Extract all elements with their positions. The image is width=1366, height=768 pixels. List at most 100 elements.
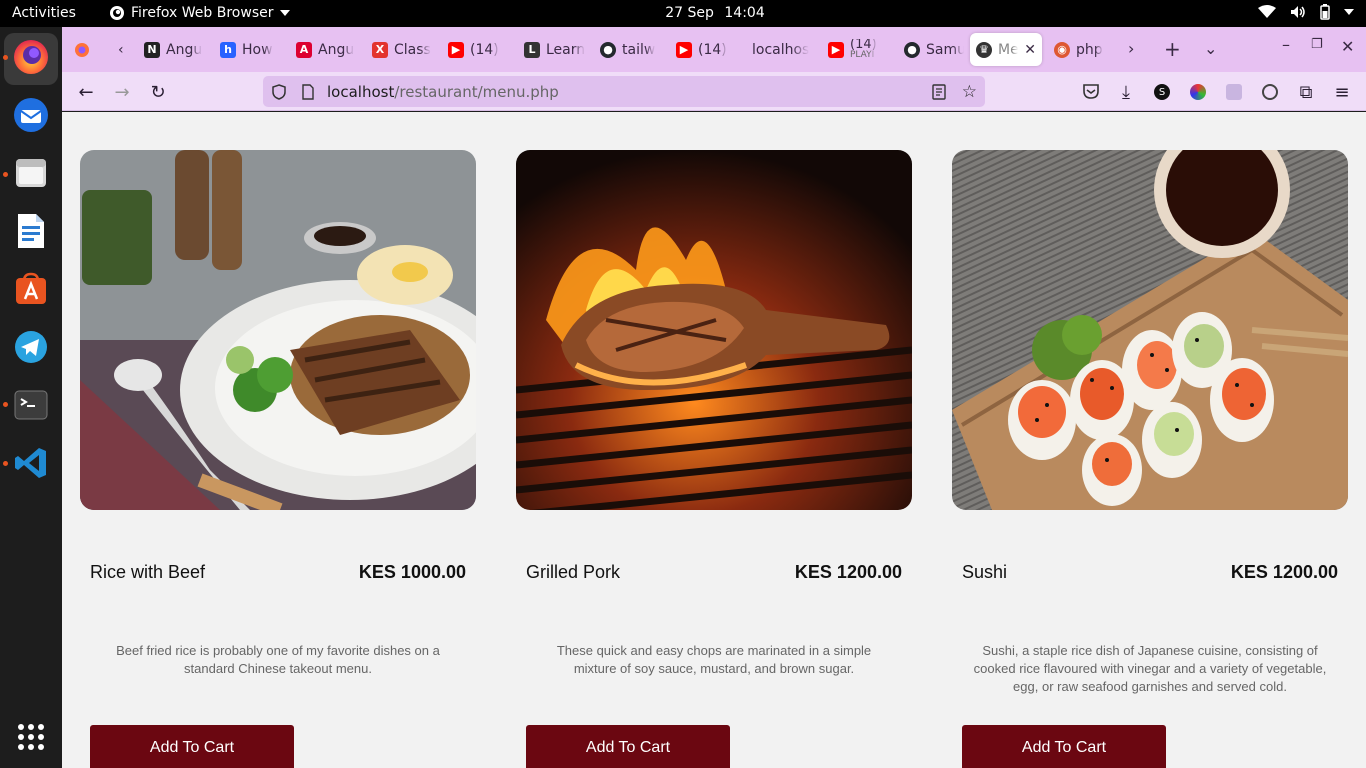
- chef-icon: ♛: [976, 41, 992, 58]
- tab-10[interactable]: ● Samu: [898, 33, 970, 66]
- tab-label-stack: (14) PLAYI: [850, 39, 877, 61]
- github-icon: ●: [600, 41, 616, 58]
- tab-label: (14): [698, 41, 727, 58]
- dish-name: Grilled Pork: [526, 562, 621, 582]
- clock-date[interactable]: 27 Sep: [665, 5, 714, 21]
- terminal-icon: [14, 390, 48, 420]
- dish-description: Sushi, a staple rice dish of Japanese cu…: [973, 643, 1327, 694]
- tab-label: Class: [394, 41, 431, 58]
- nx-icon: N: [144, 41, 160, 58]
- tab-11-active[interactable]: ♛ Me ✕: [970, 33, 1042, 66]
- clock-time[interactable]: 14:04: [724, 5, 764, 21]
- extension-colorzilla-icon[interactable]: [1187, 81, 1209, 103]
- add-to-cart-button[interactable]: Add To Cart: [526, 725, 730, 768]
- duckduckgo-icon: ◉: [1054, 41, 1070, 58]
- show-applications-grid-icon[interactable]: [18, 724, 44, 750]
- youtube-icon: ▶: [676, 41, 692, 58]
- extensions-puzzle-icon[interactable]: ⧉: [1295, 81, 1317, 103]
- url-host: localhost: [327, 82, 395, 101]
- dock-files[interactable]: [11, 153, 51, 193]
- dock-software[interactable]: [11, 269, 51, 309]
- dish-price: KES 1200.00: [794, 562, 902, 582]
- dock-thunderbird[interactable]: [11, 95, 51, 135]
- tab-label: Me: [998, 41, 1019, 58]
- tab-1[interactable]: h How: [214, 33, 288, 66]
- pocket-icon[interactable]: [1082, 83, 1100, 100]
- tab-12[interactable]: ◉ php: [1048, 33, 1114, 66]
- forward-arrow-icon[interactable]: →: [111, 81, 133, 103]
- dock-terminal[interactable]: [11, 385, 51, 425]
- shield-icon[interactable]: [271, 83, 287, 100]
- dock-firefox[interactable]: [11, 37, 51, 77]
- dish-name: Rice with Beef: [90, 562, 206, 582]
- tab-3[interactable]: X Class: [366, 33, 442, 66]
- running-indicator: [3, 55, 8, 60]
- battery-icon: [1320, 4, 1330, 20]
- window-close-icon[interactable]: ✕: [1341, 37, 1354, 56]
- learn-icon: L: [524, 41, 540, 58]
- maximize-icon[interactable]: ❐: [1311, 37, 1323, 52]
- writer-icon: [18, 214, 44, 248]
- back-arrow-icon[interactable]: ←: [75, 81, 97, 103]
- tab-9[interactable]: ▶ (14) PLAYI: [822, 33, 898, 66]
- dish-price: KES 1000.00: [358, 562, 466, 582]
- tab-close-icon[interactable]: ✕: [1024, 42, 1036, 58]
- add-to-cart-button[interactable]: Add To Cart: [962, 725, 1166, 768]
- gnome-top-bar: Activities Firefox Web Browser 27 Sep 14…: [0, 0, 1366, 27]
- tab-0[interactable]: N Angu: [138, 33, 214, 66]
- reader-view-icon[interactable]: [932, 83, 946, 100]
- menu-card: Sushi KES 1200.00 Sushi, a staple rice d…: [952, 150, 1348, 768]
- tab-8[interactable]: localhos: [746, 33, 822, 66]
- list-all-tabs-chevron-icon[interactable]: ⌄: [1204, 39, 1217, 58]
- address-bar[interactable]: localhost/restaurant/menu.php ☆: [263, 76, 985, 107]
- new-tab-plus-icon[interactable]: +: [1164, 37, 1181, 61]
- volume-icon: [1291, 6, 1305, 18]
- url-text[interactable]: localhost/restaurant/menu.php: [327, 83, 559, 101]
- tab-6[interactable]: ● tailw: [594, 33, 668, 66]
- tab-label: How: [242, 41, 273, 58]
- activities-button[interactable]: Activities: [12, 5, 76, 21]
- extension-privacy-icon[interactable]: [1259, 81, 1281, 103]
- minimize-icon[interactable]: –: [1282, 35, 1290, 54]
- extension-s-icon[interactable]: S: [1151, 81, 1173, 103]
- system-tray[interactable]: [1258, 4, 1354, 20]
- running-indicator: [3, 402, 8, 407]
- wifi-icon: [1258, 5, 1276, 18]
- downloads-icon[interactable]: ⤓: [1115, 81, 1137, 103]
- tab-5[interactable]: L Learn: [518, 33, 592, 66]
- tab-label: tailw: [622, 41, 656, 58]
- tab-label: Samu: [926, 41, 964, 58]
- firefox-icon: [14, 40, 48, 74]
- tab-scroll-left[interactable]: ‹: [112, 33, 134, 66]
- ubuntu-dock: [0, 27, 62, 768]
- url-path: /restaurant/menu.php: [394, 82, 559, 101]
- dock-writer[interactable]: [11, 211, 51, 251]
- page-info-icon[interactable]: [301, 83, 315, 100]
- tab-2[interactable]: A Angu: [290, 33, 364, 66]
- dish-description: Beef fried rice is probably one of my fa…: [116, 643, 440, 676]
- extension-grid-icon[interactable]: [1223, 81, 1245, 103]
- tab-7[interactable]: ▶ (14): [670, 33, 744, 66]
- menu-card-header: Rice with Beef KES 1000.00: [90, 562, 466, 583]
- hamburger-menu-icon[interactable]: ≡: [1331, 81, 1353, 103]
- dock-telegram[interactable]: [11, 327, 51, 367]
- firefox-view-button[interactable]: [68, 33, 96, 66]
- youtube-icon: ▶: [828, 41, 844, 58]
- tab-label: (14): [850, 38, 877, 50]
- add-to-cart-button[interactable]: Add To Cart: [90, 725, 294, 768]
- bookmark-star-icon[interactable]: ☆: [962, 82, 977, 102]
- dock-vscode[interactable]: [11, 443, 51, 483]
- power-menu-icon: [1344, 9, 1354, 15]
- app-menu[interactable]: Firefox Web Browser: [109, 5, 290, 21]
- tab-sublabel: PLAYI: [850, 49, 875, 60]
- youtube-icon: ▶: [448, 41, 464, 58]
- tab-label: Learn: [546, 41, 586, 58]
- github-icon: ●: [904, 41, 920, 58]
- chevron-down-icon: [279, 10, 290, 16]
- software-store-icon: [16, 272, 46, 304]
- reload-icon[interactable]: ↻: [147, 81, 169, 103]
- chevron-right-icon[interactable]: ›: [1128, 39, 1134, 58]
- tab-4[interactable]: ▶ (14): [442, 33, 516, 66]
- chevron-left-icon: ‹: [118, 41, 124, 58]
- angular-icon: A: [296, 41, 312, 58]
